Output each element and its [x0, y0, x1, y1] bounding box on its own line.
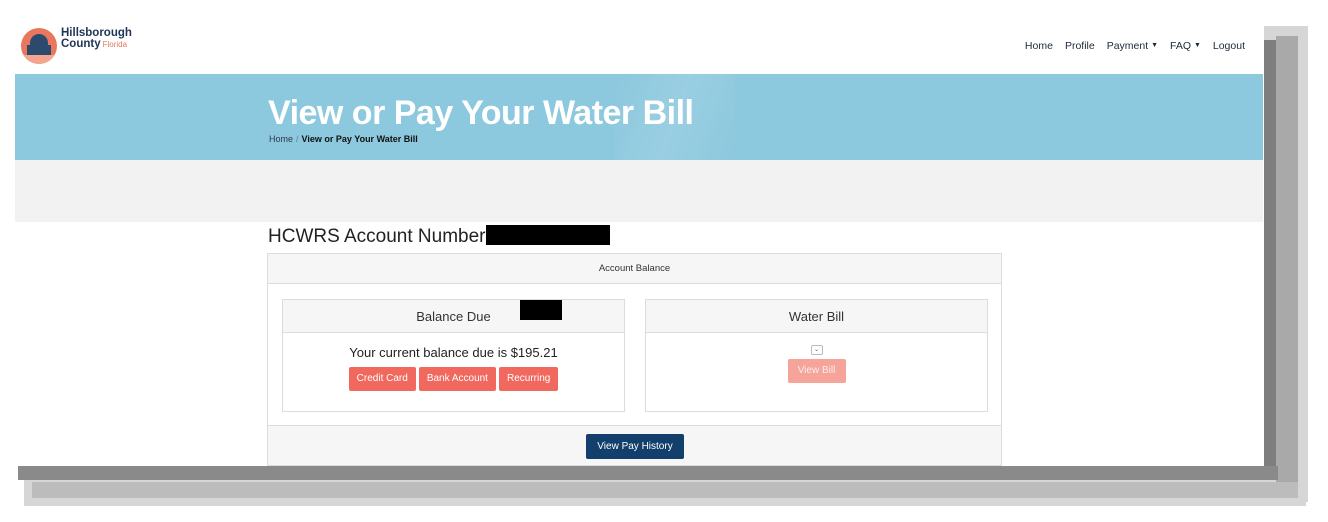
bank-account-button[interactable]: Bank Account [418, 367, 496, 391]
logo-county: County [61, 38, 101, 50]
view-pay-history-button[interactable]: View Pay History [586, 434, 684, 459]
water-bill-card: Water Bill ⌄ View Bill [645, 299, 988, 412]
breadcrumb-home[interactable]: Home [269, 134, 293, 144]
logo-state: Florida [102, 40, 128, 49]
browser-page: Hillsborough County Florida Home Profile … [15, 20, 1263, 466]
account-number-label: HCWRS Account Number: [268, 226, 491, 247]
recurring-button[interactable]: Recurring [498, 367, 559, 391]
window-shadow [1276, 36, 1298, 488]
nav-links: Home Profile Payment ▼ FAQ ▼ Logout [1025, 40, 1245, 52]
balance-due-text: Your current balance due is $195.21 [349, 345, 558, 360]
nav-home[interactable]: Home [1025, 40, 1053, 52]
chevron-down-icon: ⌄ [813, 347, 820, 353]
payment-buttons: Credit Card Bank Account Recurring [283, 367, 624, 391]
top-navbar: Hillsborough County Florida Home Profile … [15, 20, 1263, 74]
county-seal-icon [21, 28, 57, 64]
account-balance-footer: View Pay History [268, 425, 1001, 465]
logo-text: Hillsborough County Florida [61, 27, 132, 50]
window-shadow [18, 466, 1278, 480]
account-balance-header: Account Balance [268, 254, 1001, 284]
redacted-account-number [486, 225, 610, 245]
account-balance-card: Account Balance Balance Due Your current… [267, 253, 1002, 466]
water-bill-title: Water Bill [646, 300, 987, 333]
breadcrumb: Home / View or Pay Your Water Bill [269, 134, 418, 144]
breadcrumb-separator: / [296, 134, 299, 144]
bill-select-dropdown[interactable]: ⌄ [810, 345, 823, 355]
nav-profile[interactable]: Profile [1065, 40, 1095, 52]
breadcrumb-current: View or Pay Your Water Bill [301, 134, 418, 144]
page-title: View or Pay Your Water Bill [268, 94, 694, 132]
caret-down-icon: ▼ [1193, 42, 1201, 49]
window-shadow [1264, 40, 1276, 470]
nav-payment-label: Payment [1106, 40, 1149, 52]
view-bill-button[interactable]: View Bill [787, 359, 846, 383]
balance-due-card: Balance Due Your current balance due is … [282, 299, 625, 412]
credit-card-button[interactable]: Credit Card [348, 367, 416, 391]
nav-logout[interactable]: Logout [1213, 40, 1245, 52]
window-shadow [32, 482, 1298, 498]
caret-down-icon: ▼ [1151, 42, 1158, 49]
nav-faq-label: FAQ [1170, 40, 1192, 52]
redacted-balance-info [520, 300, 562, 320]
nav-payment-dropdown[interactable]: Payment ▼ [1107, 40, 1158, 52]
balance-due-title: Balance Due [283, 300, 624, 333]
logo-line2: County Florida [61, 38, 132, 50]
page-hero: View or Pay Your Water Bill [15, 74, 1263, 160]
content-band [15, 160, 1263, 222]
nav-faq-dropdown[interactable]: FAQ ▼ [1170, 40, 1201, 52]
county-logo[interactable]: Hillsborough County Florida [21, 27, 132, 64]
